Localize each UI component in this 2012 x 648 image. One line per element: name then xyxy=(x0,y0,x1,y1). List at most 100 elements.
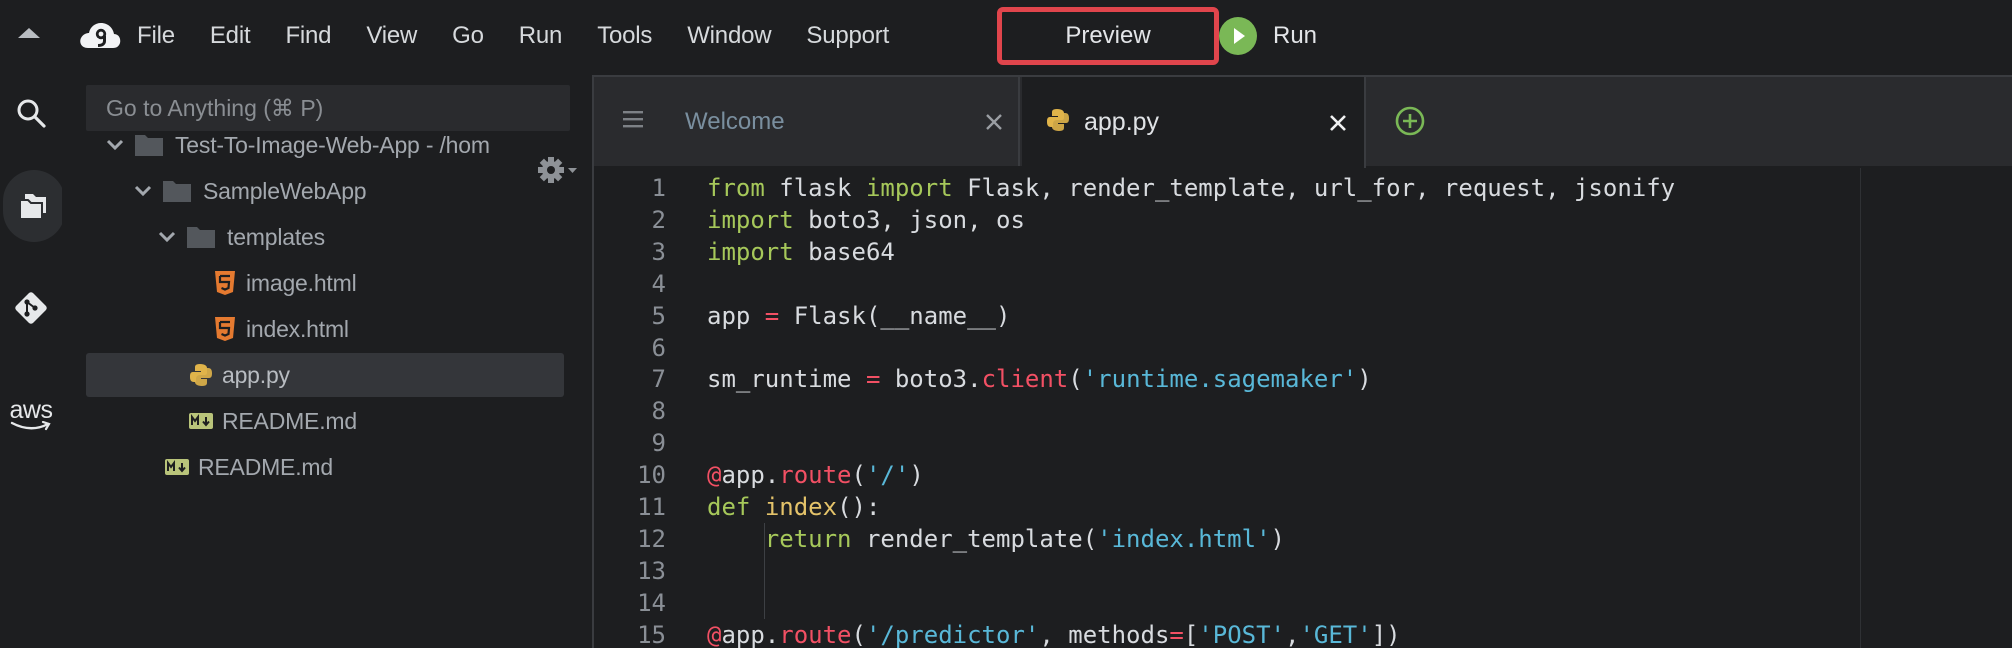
code-editor[interactable]: 1 from flask import Flask, render_templat… xyxy=(594,168,2012,648)
menu-run[interactable]: Run xyxy=(519,22,563,50)
code-token: client xyxy=(981,365,1069,394)
code-token: (): xyxy=(837,493,881,521)
folder-icon xyxy=(135,135,163,156)
code-token: flask xyxy=(764,174,866,202)
file-tree-panel: Go to Anything (⌘ P) Test-To-Image-Web-A… xyxy=(62,72,582,648)
menu-window[interactable]: Window xyxy=(687,22,771,50)
menu-find[interactable]: Find xyxy=(285,22,331,50)
activity-rail: aws xyxy=(0,72,65,648)
line-number: 7 xyxy=(651,365,666,394)
tree-item-readme-inner[interactable]: README.md xyxy=(86,399,564,443)
menu-go[interactable]: Go xyxy=(452,22,484,50)
code-line[interactable]: 9 xyxy=(594,427,2012,459)
code-line[interactable]: 12 return render_template('index.html') xyxy=(594,523,2012,555)
cloud9-logo-icon[interactable] xyxy=(78,18,122,54)
code-token: ) xyxy=(909,461,924,490)
code-token: ]) xyxy=(1371,620,1401,648)
code-line[interactable]: 15 @app.route('/predictor', methods=['POS… xyxy=(594,619,2012,648)
line-number: 5 xyxy=(651,301,666,330)
tab-bar: Welcome app.py xyxy=(594,77,2012,168)
line-number: 13 xyxy=(637,556,666,585)
add-tab-icon[interactable] xyxy=(1394,105,1426,137)
code-text: def index(): xyxy=(707,491,880,523)
tree-item-image-html[interactable]: image.html xyxy=(86,261,564,305)
tree-item-root-folder[interactable]: Test-To-Image-Web-App - /hom xyxy=(86,123,564,167)
menu-edit[interactable]: Edit xyxy=(210,22,251,50)
tree-item-label: templates xyxy=(227,223,325,250)
code-line[interactable]: 3 import base64 xyxy=(594,236,2012,268)
code-line[interactable]: 14 xyxy=(594,587,2012,619)
code-token: boto3, json, os xyxy=(793,205,1025,234)
code-token: route xyxy=(779,461,852,490)
code-token: ( xyxy=(1068,365,1083,394)
close-icon[interactable] xyxy=(984,112,1004,132)
code-token: import xyxy=(707,205,794,234)
code-token: = xyxy=(1169,620,1184,648)
line-number: 12 xyxy=(637,524,666,553)
code-token: , methods xyxy=(1039,620,1170,648)
line-number: 6 xyxy=(651,333,666,362)
html5-icon xyxy=(212,270,238,296)
code-line[interactable]: 6 xyxy=(594,332,2012,364)
line-number: 14 xyxy=(637,588,666,617)
code-line[interactable]: 4 xyxy=(594,268,2012,300)
code-token: app xyxy=(707,301,765,330)
collapse-menu-icon[interactable] xyxy=(18,28,40,38)
code-line[interactable]: 1 from flask import Flask, render_templat… xyxy=(594,172,2012,204)
tree-item-templates[interactable]: templates xyxy=(86,215,564,259)
code-token: @ xyxy=(707,620,722,648)
code-token: [ xyxy=(1183,620,1199,648)
code-line[interactable]: 11 def index(): xyxy=(594,491,2012,523)
code-line[interactable]: 7 sm_runtime = boto3.client('runtime.sage… xyxy=(594,363,2012,395)
code-text: import boto3, json, os xyxy=(707,204,1025,236)
menu-support[interactable]: Support xyxy=(806,22,889,50)
tab-welcome[interactable]: Welcome xyxy=(594,77,1020,166)
files-icon xyxy=(19,194,46,220)
tree-item-app-py[interactable]: app.py xyxy=(86,353,564,397)
chevron-down-icon xyxy=(106,139,124,151)
code-line[interactable]: 10 @app.route('/') xyxy=(594,459,2012,491)
code-text: @app.route('/') xyxy=(707,459,924,491)
files-panel-button[interactable] xyxy=(3,170,65,242)
menu-file[interactable]: File xyxy=(137,22,175,50)
tree-item-readme-root[interactable]: README.md xyxy=(86,445,564,489)
code-token: Flask(__name__) xyxy=(779,301,1011,330)
code-token: 'POST' xyxy=(1198,620,1285,648)
code-token: , xyxy=(1285,620,1300,648)
code-text: return render_template('index.html') xyxy=(707,523,1285,555)
code-token: ) xyxy=(1357,365,1372,394)
preview-button[interactable]: Preview xyxy=(997,7,1219,65)
code-line[interactable]: 13 xyxy=(594,555,2012,587)
aws-icon: aws xyxy=(9,396,53,424)
code-token: '/' xyxy=(865,461,910,490)
tree-item-label: app.py xyxy=(222,361,290,388)
hamburger-menu-icon[interactable] xyxy=(623,110,643,128)
code-line[interactable]: 5 app = Flask(__name__) xyxy=(594,300,2012,332)
source-control-button[interactable] xyxy=(0,277,62,339)
python-icon xyxy=(188,362,214,388)
code-line[interactable]: 2 import boto3, json, os xyxy=(594,204,2012,236)
code-token: ( xyxy=(851,461,866,490)
code-text: sm_runtime = boto3.client('runtime.sagem… xyxy=(707,363,1372,395)
code-token: return xyxy=(764,524,852,553)
search-icon xyxy=(17,99,46,128)
code-line[interactable]: 8 xyxy=(594,395,2012,427)
tree-item-index-html[interactable]: index.html xyxy=(86,307,564,351)
line-number: 8 xyxy=(651,397,666,426)
code-token: '/predictor' xyxy=(865,620,1040,648)
aws-panel-button[interactable]: aws xyxy=(0,384,62,446)
menu-tools[interactable]: Tools xyxy=(597,22,652,50)
tree-item-samplewebapp[interactable]: SampleWebApp xyxy=(86,169,564,213)
search-panel-button[interactable] xyxy=(0,82,62,144)
line-number: 2 xyxy=(651,205,666,234)
folder-icon xyxy=(187,227,215,248)
code-text: from flask import Flask, render_template… xyxy=(707,172,1675,204)
tab-label: Welcome xyxy=(685,107,785,135)
line-number: 15 xyxy=(637,620,666,648)
tab-app-py[interactable]: app.py xyxy=(1022,77,1366,168)
close-icon[interactable] xyxy=(1328,113,1348,133)
run-button[interactable]: Run xyxy=(1219,14,1317,58)
code-token: render_template( xyxy=(851,524,1098,553)
menu-view[interactable]: View xyxy=(366,22,417,50)
